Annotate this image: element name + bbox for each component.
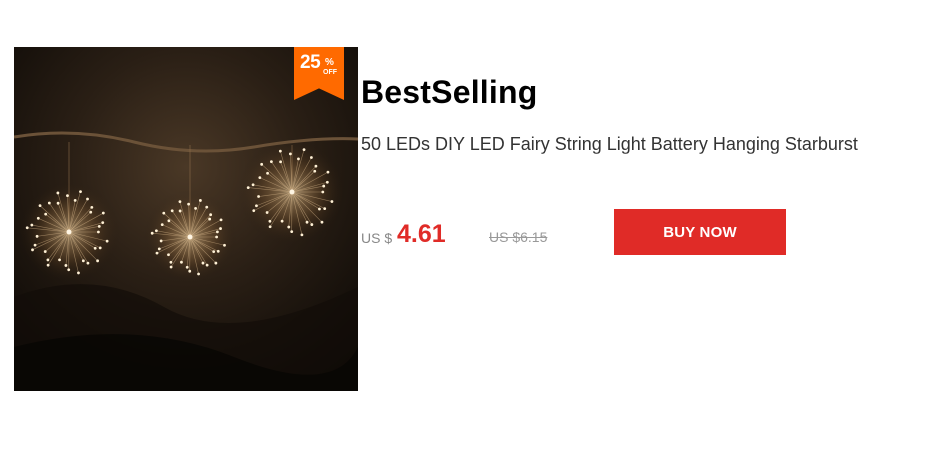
price-currency: US $ [361,230,393,246]
price-original: US $6.15 [489,229,548,245]
discount-percent: % [325,57,334,68]
product-image[interactable] [14,47,358,391]
product-card: 25 % OFF BestSelling 50 LEDs DIY LED Fai… [0,0,943,469]
buy-now-button[interactable]: BUY NOW [614,209,786,255]
discount-number: 25 [300,52,321,73]
section-heading: BestSelling [361,74,538,110]
title-fade-overlay [361,153,921,165]
price-current: 4.61 [397,220,446,248]
discount-off-label: OFF [323,69,337,76]
